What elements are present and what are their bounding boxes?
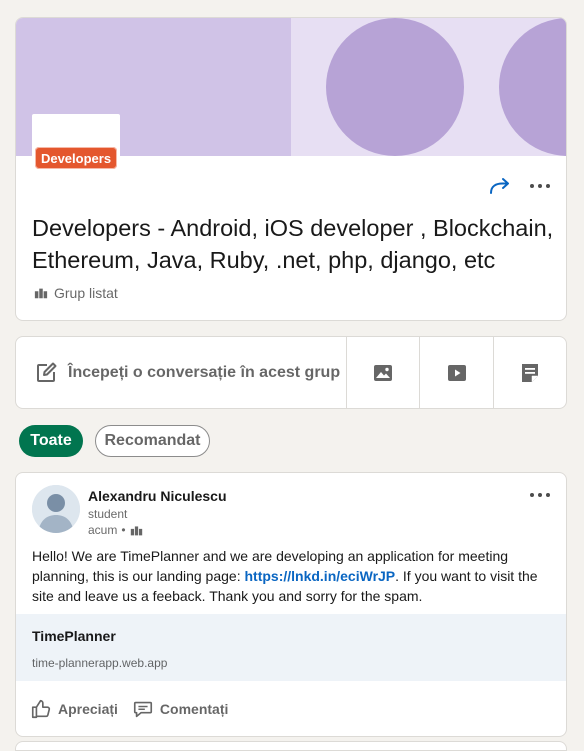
- image-icon: [374, 364, 393, 381]
- post-more-button[interactable]: [528, 483, 552, 507]
- group-visibility-icon: [130, 525, 142, 535]
- group-type-label: Grup listat: [54, 285, 118, 301]
- comment-button[interactable]: Comentați: [132, 698, 228, 720]
- share-arrow-icon: [490, 178, 509, 194]
- post-time: acum: [88, 523, 118, 537]
- comment-icon: [133, 701, 152, 718]
- more-horizontal-icon: [530, 184, 550, 188]
- post-text: Hello! We are TimePlanner and we are dev…: [32, 548, 538, 604]
- post-link[interactable]: https://lnkd.in/eciWrJP: [244, 568, 395, 584]
- like-label: Apreciați: [58, 701, 118, 717]
- filter-recommended-pill[interactable]: Recomandat: [95, 425, 210, 457]
- video-icon: [447, 364, 466, 381]
- composer-card: Începeți o conversație în acest grup: [15, 336, 567, 409]
- group-logo: Developers: [32, 114, 120, 172]
- compose-label: Începeți o conversație în acest grup: [68, 363, 341, 381]
- author-headline: student: [88, 507, 128, 521]
- start-conversation-button[interactable]: Începeți o conversație în acest grup: [16, 337, 346, 408]
- share-button[interactable]: [488, 174, 512, 198]
- preview-url: time-plannerapp.web.app: [32, 656, 168, 670]
- like-button[interactable]: Apreciați: [30, 698, 118, 720]
- more-horizontal-icon: [530, 493, 550, 497]
- preview-title: TimePlanner: [32, 628, 116, 644]
- group-people-icon: [34, 288, 48, 299]
- group-type: Grup listat: [34, 285, 118, 301]
- write-article-button[interactable]: [492, 337, 566, 408]
- group-title: Developers - Android, iOS developer , Bl…: [32, 215, 554, 273]
- filter-all-pill[interactable]: Toate: [19, 425, 83, 457]
- group-header-card: Developers Developers - Android, iOS dev…: [15, 17, 567, 321]
- author-avatar[interactable]: [32, 485, 80, 533]
- author-name[interactable]: Alexandru Niculescu: [88, 488, 227, 504]
- group-logo-text: Developers: [35, 147, 117, 169]
- article-icon: [521, 363, 538, 382]
- meta-separator: •: [121, 523, 126, 537]
- link-preview[interactable]: TimePlanner time-plannerapp.web.app: [16, 614, 566, 681]
- group-more-button[interactable]: [528, 174, 552, 198]
- comment-label: Comentați: [159, 701, 229, 717]
- compose-pencil-icon: [37, 362, 57, 382]
- add-image-button[interactable]: [346, 337, 419, 408]
- next-post-card: [15, 741, 567, 751]
- post-actions: Apreciați Comentați: [16, 681, 566, 736]
- thumbs-up-icon: [31, 699, 51, 719]
- add-video-button[interactable]: [419, 337, 492, 408]
- person-placeholder-icon: [32, 485, 80, 533]
- post-meta: acum •: [88, 523, 143, 537]
- post-card: Alexandru Niculescu student acum • Hello…: [15, 472, 567, 737]
